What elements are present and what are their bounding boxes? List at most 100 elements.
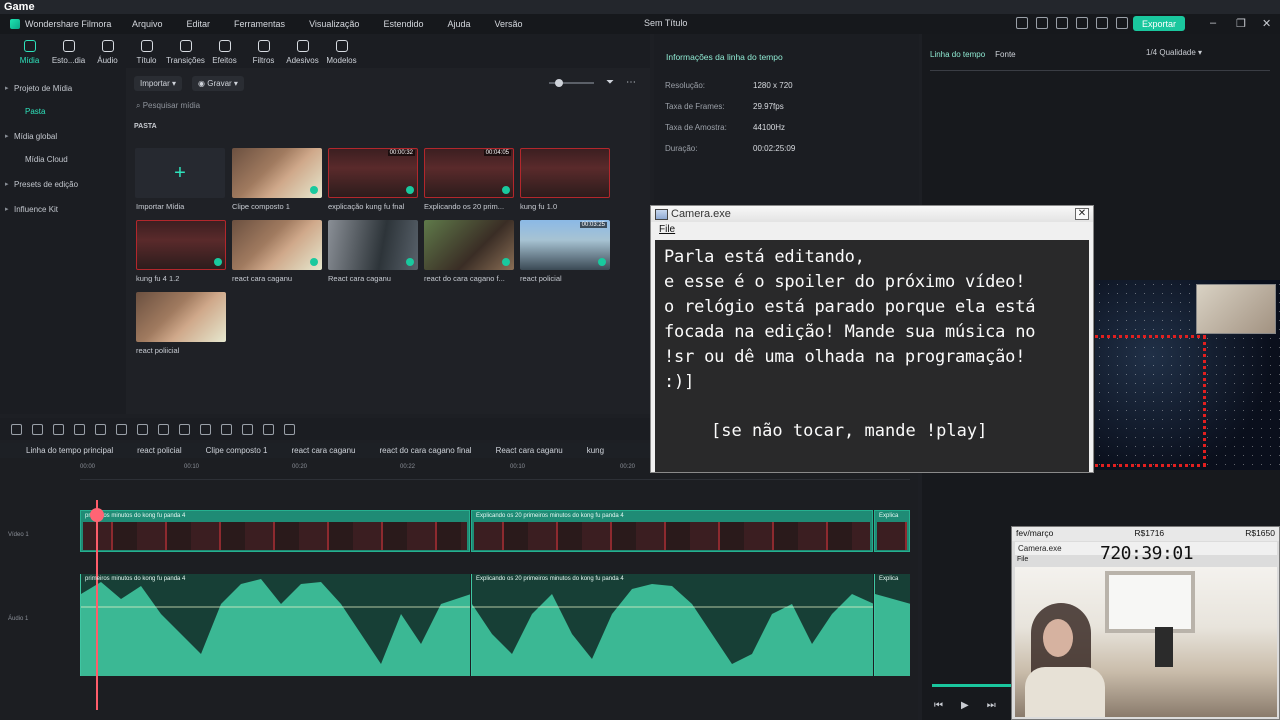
menu-editar[interactable]: Editar <box>175 19 223 29</box>
menu-ferramentas[interactable]: Ferramentas <box>222 19 297 29</box>
audio-clip[interactable]: Explica <box>874 574 910 676</box>
quality-select[interactable]: 1/4 Qualidade ▾ <box>1146 48 1202 57</box>
media-label: react poliicial <box>136 346 180 355</box>
audio-clip[interactable]: primeiros minutos do kong fu panda 4 <box>80 574 470 676</box>
audio-clip[interactable]: Explicando os 20 primeiros minutos do ko… <box>471 574 873 676</box>
info-row: Duração: 00:02:25:09 <box>665 144 905 153</box>
more-icon[interactable]: ⋯ <box>626 77 636 88</box>
tab-clipe-composto[interactable]: Clipe composto 1 <box>194 443 280 458</box>
select-icon[interactable] <box>32 423 43 435</box>
menu-versao[interactable]: Versão <box>483 19 535 29</box>
tab-label: Áudio <box>97 56 118 65</box>
sidebar-item-influence[interactable]: Influence Kit <box>0 189 126 214</box>
media-thumb[interactable] <box>232 220 322 270</box>
media-search[interactable]: ⌕ Pesquisar mídia <box>136 101 200 111</box>
playhead[interactable] <box>96 500 98 710</box>
filter-icon[interactable]: ⏷ <box>606 77 614 88</box>
info-value: 00:02:25:09 <box>753 144 796 153</box>
sidebar-item-pasta[interactable]: Pasta <box>0 93 126 116</box>
cloud-icon[interactable] <box>1096 17 1108 29</box>
support-icon[interactable] <box>1116 17 1128 29</box>
next-frame-icon[interactable]: ⏭ <box>987 700 996 711</box>
tab-react-cara-caganu-2[interactable]: React cara caganu <box>484 443 575 458</box>
media-label: React cara caganu <box>328 274 391 283</box>
media-thumb[interactable] <box>136 292 226 342</box>
check-icon <box>310 258 318 266</box>
thumbnail-size-slider[interactable] <box>549 79 594 87</box>
menu-visualizacao[interactable]: Visualização <box>297 19 371 29</box>
media-thumb[interactable] <box>232 148 322 198</box>
delete-icon[interactable] <box>95 423 106 435</box>
media-thumb[interactable] <box>136 220 226 270</box>
tab-main-timeline[interactable]: Linha do tempo principal <box>0 443 125 458</box>
webcam-overlay-window: fev/março R$1716 R$1650 Camera.exe 720:3… <box>1011 526 1280 720</box>
minimize-icon[interactable]: – <box>1210 17 1216 29</box>
mask-icon[interactable] <box>242 423 253 435</box>
video-clip[interactable]: Explicando os 20 primeiros minutos do ko… <box>471 510 873 552</box>
speed-icon[interactable] <box>179 423 190 435</box>
import-button[interactable]: Importar ▾ <box>134 76 183 91</box>
adjust-icon[interactable] <box>263 423 274 435</box>
monitor-icon[interactable] <box>1056 17 1068 29</box>
media-thumb[interactable] <box>520 148 610 198</box>
color-icon[interactable] <box>221 423 232 435</box>
tab-estoque[interactable]: Esto...dia <box>49 34 88 68</box>
tab-efeitos[interactable]: Efeitos <box>205 34 244 68</box>
media-library: Importar ▾ ◉ Gravar ▾ ⏷ ⋯ ⌕ Pesquisar mí… <box>126 68 650 414</box>
ruler-tick: 00:10 <box>184 464 200 470</box>
background-window <box>1105 571 1195 633</box>
tab-adesivos[interactable]: Adesivos <box>283 34 322 68</box>
text-icon[interactable] <box>137 423 148 435</box>
tab-kung[interactable]: kung <box>575 443 616 458</box>
previous-frame-icon[interactable]: ⏮ <box>934 700 943 711</box>
media-thumb[interactable]: 00:00:32 <box>328 148 418 198</box>
media-thumb[interactable]: 00:04:05 <box>424 148 514 198</box>
tab-react-cara-cagano-final[interactable]: react do cara cagano final <box>368 443 484 458</box>
media-thumb[interactable] <box>424 220 514 270</box>
play-icon[interactable]: ▶ <box>961 700 969 711</box>
media-thumb[interactable]: 00:03:25 <box>520 220 610 270</box>
crop-icon[interactable] <box>158 423 169 435</box>
close-icon[interactable]: ✕ <box>1262 17 1271 30</box>
tab-audio[interactable]: Áudio <box>88 34 127 68</box>
tab-transicoes[interactable]: Transições <box>166 34 205 68</box>
undo-icon[interactable] <box>53 423 64 435</box>
camera-file-menu[interactable]: File <box>651 222 1093 238</box>
tab-fonte[interactable]: Fonte <box>995 50 1015 59</box>
save-icon[interactable] <box>1076 17 1088 29</box>
media-thumb[interactable] <box>328 220 418 270</box>
video-clip[interactable]: primeiros minutos do kong fu panda 4 <box>80 510 470 552</box>
webcam-file-menu[interactable]: File <box>1017 556 1028 563</box>
redo-icon[interactable] <box>74 423 85 435</box>
sidebar-item-project[interactable]: Projeto de Mídia <box>0 68 126 93</box>
ruler-tick: 00:10 <box>510 464 526 470</box>
maximize-icon[interactable]: ❐ <box>1236 17 1246 30</box>
tab-titulo[interactable]: Título <box>127 34 166 68</box>
sidebar-item-global[interactable]: Mídia global <box>0 116 126 141</box>
menu-arquivo[interactable]: Arquivo <box>120 19 175 29</box>
import-media-tile[interactable]: + <box>135 148 225 198</box>
playhead-handle[interactable] <box>90 508 104 522</box>
preview-progress[interactable] <box>932 684 1012 687</box>
tab-midia[interactable]: Mídia <box>10 34 49 68</box>
sidebar-item-cloud[interactable]: Mídia Cloud <box>0 141 126 164</box>
camera-close-icon[interactable]: ✕ <box>1075 208 1089 220</box>
audio-icon[interactable] <box>200 423 211 435</box>
send-icon[interactable] <box>1036 17 1048 29</box>
export-button[interactable]: Exportar <box>1133 16 1185 31</box>
ai-icon[interactable] <box>284 423 295 435</box>
tab-modelos[interactable]: Modelos <box>322 34 361 68</box>
menu-estendido[interactable]: Estendido <box>371 19 435 29</box>
tab-react-cara-caganu[interactable]: react cara caganu <box>279 443 367 458</box>
gift-icon[interactable] <box>1016 17 1028 29</box>
layout-icon[interactable] <box>11 423 22 435</box>
video-clip[interactable]: Explica <box>874 510 910 552</box>
tab-filtros[interactable]: Filtros <box>244 34 283 68</box>
menu-ajuda[interactable]: Ajuda <box>435 19 482 29</box>
tab-linha-do-tempo[interactable]: Linha do tempo <box>930 50 985 59</box>
info-key: Duração: <box>665 144 698 153</box>
split-icon[interactable] <box>116 423 127 435</box>
record-button[interactable]: ◉ Gravar ▾ <box>192 76 244 91</box>
tab-react-policial[interactable]: react policial <box>125 443 193 458</box>
sidebar-item-presets[interactable]: Presets de edição <box>0 164 126 189</box>
